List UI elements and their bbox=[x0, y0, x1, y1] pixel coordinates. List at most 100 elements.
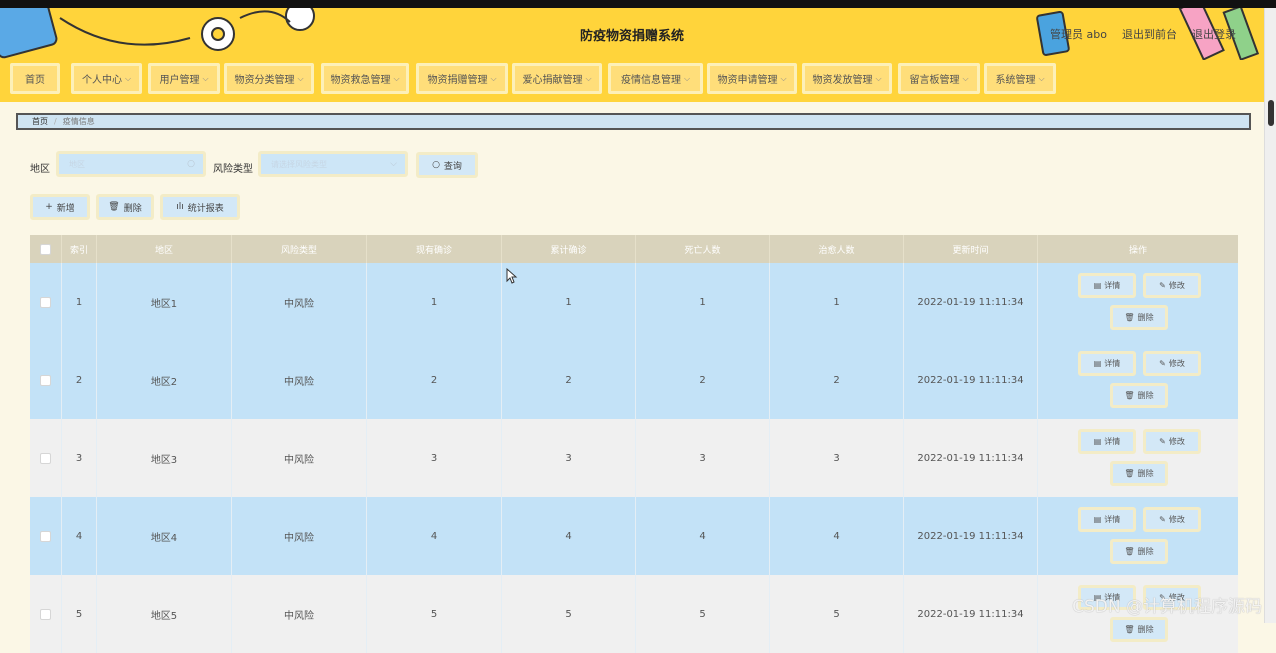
region-input[interactable]: 地区 ○ bbox=[56, 151, 206, 177]
edit-button[interactable]: ✎ 修改 bbox=[1143, 273, 1201, 298]
cell-deaths: 2 bbox=[636, 341, 770, 419]
delete-button[interactable]: 🗑 删除 bbox=[96, 194, 154, 220]
col-actions: 操作 bbox=[1128, 245, 1147, 256]
back-to-front-link[interactable]: 退出到前台 bbox=[1122, 26, 1177, 42]
search-button-label: 查询 bbox=[443, 161, 462, 172]
breadcrumb-home[interactable]: 首页 bbox=[32, 116, 48, 127]
detail-button[interactable]: ▤ 详情 bbox=[1078, 273, 1136, 298]
select-all-checkbox[interactable] bbox=[40, 243, 51, 255]
row-checkbox[interactable] bbox=[40, 296, 51, 308]
add-button-label: 新增 bbox=[56, 203, 75, 214]
cell-total-confirmed: 1 bbox=[502, 263, 636, 341]
risk-type-select[interactable]: 请选择风险类型 ⌵ bbox=[258, 151, 408, 177]
row-actions: ▤ 详情 ✎ 修改 🗑 删除 bbox=[1038, 263, 1238, 341]
table-row: 4 地区4 中风险 4 4 4 4 2022-01-19 11:11:34 ▤ 详情 ✎ 修改 🗑 删除 bbox=[30, 497, 1238, 575]
cell-risk-type: 中风险 bbox=[232, 341, 367, 419]
nav-item-label: 留言板管理 bbox=[909, 75, 960, 86]
nav-item-application-mgmt[interactable]: 物资申请管理 ⌵ bbox=[707, 63, 797, 94]
col-region[interactable]: 地区 bbox=[97, 235, 232, 263]
document-icon: ▤ bbox=[1093, 437, 1102, 446]
edit-button[interactable]: ✎ 修改 bbox=[1143, 429, 1201, 454]
search-button[interactable]: ○ 查询 bbox=[416, 152, 478, 178]
row-delete-button[interactable]: 🗑 删除 bbox=[1110, 539, 1168, 564]
nav-item-home[interactable]: 首页 bbox=[10, 63, 60, 94]
cell-total-confirmed: 4 bbox=[502, 497, 636, 575]
row-delete-button[interactable]: 🗑 删除 bbox=[1110, 461, 1168, 486]
row-actions: ▤ 详情 ✎ 修改 🗑 删除 bbox=[1038, 419, 1238, 497]
logout-link[interactable]: 退出登录 bbox=[1192, 26, 1236, 42]
row-delete-button[interactable]: 🗑 删除 bbox=[1110, 383, 1168, 408]
col-index[interactable]: 索引 bbox=[62, 235, 97, 263]
breadcrumb-current: 疫情信息 bbox=[62, 117, 95, 126]
row-checkbox[interactable] bbox=[40, 452, 51, 464]
nav-item-label: 疫情信息管理 bbox=[620, 75, 681, 86]
edit-button[interactable]: ✎ 修改 bbox=[1143, 351, 1201, 376]
nav-item-system-mgmt[interactable]: 系统管理 ⌵ bbox=[984, 63, 1056, 94]
cell-index: 5 bbox=[62, 575, 97, 653]
trash-icon: 🗑 bbox=[1124, 469, 1135, 478]
row-delete-button[interactable]: 🗑 删除 bbox=[1110, 305, 1168, 330]
col-total-confirmed[interactable]: 累计确诊 bbox=[502, 235, 636, 263]
cell-updated-time: 2022-01-19 11:11:34 bbox=[904, 497, 1038, 575]
cell-deaths: 3 bbox=[636, 419, 770, 497]
chevron-down-icon: ⌵ bbox=[297, 73, 304, 83]
nav-item-charity-mgmt[interactable]: 爱心捐献管理 ⌵ bbox=[512, 63, 602, 94]
row-select-cell bbox=[30, 419, 62, 497]
pencil-icon: ✎ bbox=[1159, 515, 1166, 524]
search-icon: ○ bbox=[187, 159, 195, 169]
plus-icon: + bbox=[45, 202, 53, 212]
col-cured[interactable]: 治愈人数 bbox=[770, 235, 904, 263]
cell-cured: 3 bbox=[770, 419, 904, 497]
region-label: 地区 bbox=[30, 164, 50, 175]
nav-item-category-mgmt[interactable]: 物资分类管理 ⌵ bbox=[224, 63, 314, 94]
nav-item-donation-mgmt[interactable]: 物资捐赠管理 ⌵ bbox=[416, 63, 508, 94]
chevron-down-icon: ⌵ bbox=[683, 73, 691, 83]
trash-icon: 🗑 bbox=[1124, 625, 1135, 634]
row-checkbox[interactable] bbox=[40, 530, 51, 542]
detail-button[interactable]: ▤ 详情 bbox=[1078, 351, 1136, 376]
page-scrollbar[interactable] bbox=[1264, 8, 1276, 623]
row-select-cell bbox=[30, 263, 62, 341]
add-button[interactable]: + 新增 bbox=[30, 194, 90, 220]
report-button-label: 统计报表 bbox=[187, 203, 224, 214]
report-button[interactable]: ılı 统计报表 bbox=[160, 194, 240, 220]
nav-item-label: 个人中心 bbox=[81, 75, 122, 86]
col-deaths[interactable]: 死亡人数 bbox=[636, 235, 770, 263]
cell-cured: 1 bbox=[770, 263, 904, 341]
chevron-down-icon: ⌵ bbox=[875, 73, 882, 83]
document-icon: ▤ bbox=[1093, 515, 1102, 524]
detail-button[interactable]: ▤ 详情 bbox=[1078, 429, 1136, 454]
cell-current-confirmed: 4 bbox=[367, 497, 502, 575]
region-input-placeholder: 地区 bbox=[69, 159, 85, 169]
trash-icon: 🗑 bbox=[1124, 391, 1135, 400]
scrollbar-thumb[interactable] bbox=[1268, 100, 1274, 126]
cell-index: 2 bbox=[62, 341, 97, 419]
cell-total-confirmed: 2 bbox=[502, 341, 636, 419]
nav-item-distribution-mgmt[interactable]: 物资发放管理 ⌵ bbox=[802, 63, 892, 94]
nav-item-label: 物资分类管理 bbox=[234, 75, 295, 86]
row-checkbox[interactable] bbox=[40, 608, 51, 620]
row-checkbox[interactable] bbox=[40, 374, 51, 386]
nav-item-personal-center[interactable]: 个人中心 ⌵ bbox=[71, 63, 142, 94]
nav-item-message-board-mgmt[interactable]: 留言板管理 ⌵ bbox=[898, 63, 980, 94]
edit-button[interactable]: ✎ 修改 bbox=[1143, 507, 1201, 532]
pencil-icon: ✎ bbox=[1159, 437, 1166, 446]
detail-button-label: 详情 bbox=[1104, 437, 1121, 446]
risk-type-label: 风险类型 bbox=[213, 164, 253, 175]
row-actions: ▤ 详情 ✎ 修改 🗑 删除 bbox=[1038, 497, 1238, 575]
cell-cured: 4 bbox=[770, 497, 904, 575]
nav-item-user-mgmt[interactable]: 用户管理 ⌵ bbox=[148, 63, 220, 94]
detail-button[interactable]: ▤ 详情 bbox=[1078, 507, 1136, 532]
row-delete-button[interactable]: 🗑 删除 bbox=[1110, 617, 1168, 642]
nav-item-label: 爱心捐献管理 bbox=[522, 75, 583, 86]
delete-button-label: 删除 bbox=[123, 203, 142, 214]
nav-item-emergency-mgmt[interactable]: 物资救急管理 ⌵ bbox=[321, 63, 409, 94]
col-risk-type[interactable]: 风险类型 bbox=[232, 235, 367, 263]
document-icon: ▤ bbox=[1093, 359, 1102, 368]
col-current-confirmed[interactable]: 现有确诊 bbox=[367, 235, 502, 263]
cell-index: 3 bbox=[62, 419, 97, 497]
col-updated-time[interactable]: 更新时间 bbox=[904, 235, 1038, 263]
nav-item-epidemic-mgmt[interactable]: 疫情信息管理 ⌵ bbox=[608, 63, 703, 94]
nav-item-label: 物资发放管理 bbox=[812, 75, 873, 86]
cell-risk-type: 中风险 bbox=[232, 497, 367, 575]
